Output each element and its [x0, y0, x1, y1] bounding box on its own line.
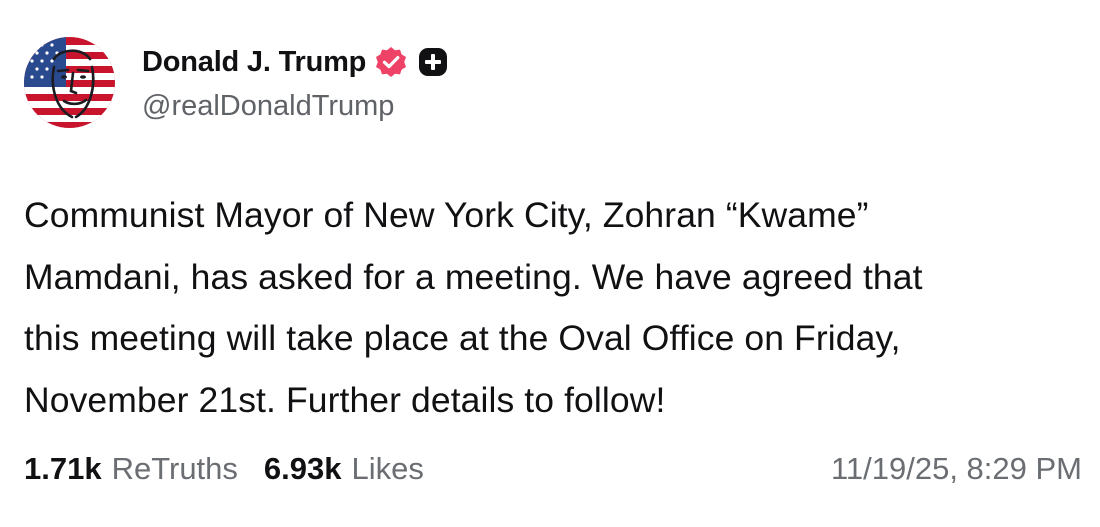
author-name[interactable]: Donald J. Trump: [142, 46, 366, 79]
verified-badge-icon: [374, 45, 408, 79]
plus-badge-icon: [416, 45, 450, 79]
retruths-count[interactable]: 1.71k: [24, 451, 102, 487]
retruths-label[interactable]: ReTruths: [112, 451, 238, 487]
likes-label[interactable]: Likes: [352, 451, 424, 487]
avatar[interactable]: [24, 37, 115, 128]
post-body-text: Communist Mayor of New York City, Zohran…: [24, 195, 923, 420]
flag-portrait-icon: [24, 37, 115, 128]
author-handle[interactable]: @realDonaldTrump: [142, 90, 394, 123]
author-row: Donald J. Trump: [142, 40, 450, 84]
truth-post: Donald J. Trump @realDonaldTrump Communi…: [0, 0, 1100, 527]
post-timestamp[interactable]: 11/19/25, 8:29 PM: [831, 451, 1082, 487]
likes-count[interactable]: 6.93k: [264, 451, 342, 487]
post-stats: 1.71k ReTruths 6.93k Likes: [24, 451, 424, 487]
